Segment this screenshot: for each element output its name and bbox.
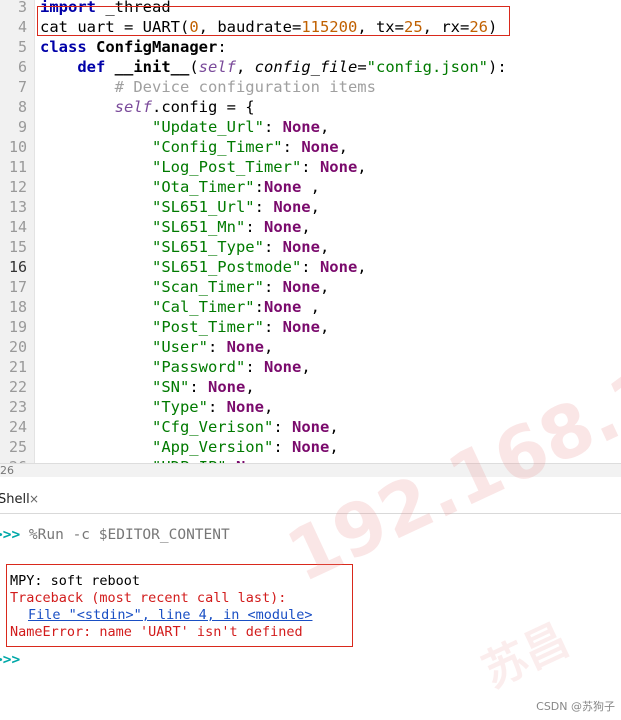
code-text: "SL651_Postmode": None,	[151, 258, 367, 276]
line-number: 7	[17, 78, 27, 96]
line-number: 25	[8, 438, 27, 456]
line-number: 20	[8, 338, 27, 356]
line-number: 14	[8, 218, 27, 236]
code-line[interactable]: 23 "Type": None,	[0, 397, 621, 417]
code-line[interactable]: 6 def __init__(self, config_file="config…	[0, 57, 621, 77]
code-line[interactable]: 8 self.config = {	[0, 97, 621, 117]
line-number: 3	[17, 0, 27, 16]
output-name-error: NameError: name 'UART' isn't defined	[10, 624, 303, 640]
tab-shell-label: Shell	[0, 492, 30, 507]
code-line[interactable]: 12 "Ota_Timer":None ,	[0, 177, 621, 197]
code-line[interactable]: 19 "Post_Timer": None,	[0, 317, 621, 337]
code-line[interactable]: 13 "SL651_Url": None,	[0, 197, 621, 217]
line-number: 15	[8, 238, 27, 256]
code-text: "User": None,	[151, 338, 274, 356]
output-soft-reboot: MPY: soft reboot	[10, 573, 141, 589]
line-number: 18	[8, 298, 27, 316]
code-text: "SL651_Url": None,	[151, 198, 320, 216]
scrollbar-line-label: 26	[0, 464, 14, 477]
line-number: 12	[8, 178, 27, 196]
line-number: 8	[17, 98, 27, 116]
line-number: 22	[8, 378, 27, 396]
shell-prompt: >>>	[0, 527, 21, 543]
code-line[interactable]: 25 "App_Version": None,	[0, 437, 621, 457]
line-number: 17	[8, 278, 27, 296]
line-number: 24	[8, 418, 27, 436]
line-number: 16	[8, 258, 27, 276]
code-editor[interactable]: 3 import _thread 4 cat_uart = UART(0, baudr…	[0, 0, 621, 463]
code-text: "SL651_Mn": None,	[151, 218, 311, 236]
line-number: 11	[8, 158, 27, 176]
line-number: 5	[17, 38, 27, 56]
code-text: "Ota_Timer":None ,	[151, 178, 320, 196]
code-text: "Type": None,	[151, 398, 274, 416]
line-number: 13	[8, 198, 27, 216]
code-text: "Cfg_Verison": None,	[151, 418, 339, 436]
code-line[interactable]: 16 "SL651_Postmode": None,	[0, 257, 621, 277]
code-line[interactable]: 18 "Cal_Timer":None ,	[0, 297, 621, 317]
code-line[interactable]: 24 "Cfg_Verison": None,	[0, 417, 621, 437]
line-number: 9	[17, 118, 27, 136]
run-command: %Run -c $EDITOR_CONTENT	[20, 527, 230, 543]
code-line[interactable]: 11 "Log_Post_Timer": None,	[0, 157, 621, 177]
code-text: "Log_Post_Timer": None,	[151, 158, 367, 176]
shell-tabbar: Shell ×	[0, 477, 621, 514]
code-line[interactable]: 5 class ConfigManager:	[0, 37, 621, 57]
close-icon[interactable]: ×	[29, 492, 39, 506]
code-line[interactable]: 10 "Config_Timer": None,	[0, 137, 621, 157]
code-text: self.config = {	[114, 98, 255, 116]
code-line[interactable]: 20 "User": None,	[0, 337, 621, 357]
code-text: "App_Version": None,	[151, 438, 339, 456]
line-number: 21	[8, 358, 27, 376]
code-text: "SL651_Type": None,	[151, 238, 330, 256]
code-text: # Device configuration items	[114, 78, 376, 96]
traceback-file-link[interactable]: File "<stdin>", line 4, in <module>	[28, 607, 312, 623]
line-number: 23	[8, 398, 27, 416]
code-text: "Cal_Timer":None ,	[151, 298, 320, 316]
shell-panel[interactable]: >>> %Run -c $EDITOR_CONTENT MPY: soft re…	[0, 514, 621, 720]
line-number: 19	[8, 318, 27, 336]
code-text: "Password": None,	[151, 358, 311, 376]
watermark-credit: CSDN @苏狗子	[536, 700, 615, 713]
line-number: 10	[8, 138, 27, 156]
code-line[interactable]: 9 "Update_Url": None,	[0, 117, 621, 137]
code-text: "Config_Timer": None,	[151, 138, 348, 156]
code-text: "SN": None,	[151, 378, 255, 396]
output-traceback: Traceback (most recent call last):	[10, 590, 287, 606]
tab-shell[interactable]: Shell ×	[0, 486, 42, 512]
line-number: 4	[17, 18, 27, 36]
code-line[interactable]: 7 # Device configuration items	[0, 77, 621, 97]
code-text: def __init__(self, config_file="config.j…	[77, 58, 507, 76]
highlight-box-line-4	[37, 6, 510, 36]
code-text: class ConfigManager:	[40, 38, 227, 56]
code-line[interactable]: 15 "SL651_Type": None,	[0, 237, 621, 257]
line-number: 6	[17, 58, 27, 76]
code-line[interactable]: 17 "Scan_Timer": None,	[0, 277, 621, 297]
code-line[interactable]: 14 "SL651_Mn": None,	[0, 217, 621, 237]
code-line[interactable]: 21 "Password": None,	[0, 357, 621, 377]
code-text: "Scan_Timer": None,	[151, 278, 330, 296]
code-text: "Update_Url": None,	[151, 118, 330, 136]
shell-run-line: >>> %Run -c $EDITOR_CONTENT	[0, 527, 230, 543]
code-line[interactable]: 22 "SN": None,	[0, 377, 621, 397]
shell-input-prompt[interactable]: >>>	[0, 652, 20, 668]
code-text: "Post_Timer": None,	[151, 318, 330, 336]
